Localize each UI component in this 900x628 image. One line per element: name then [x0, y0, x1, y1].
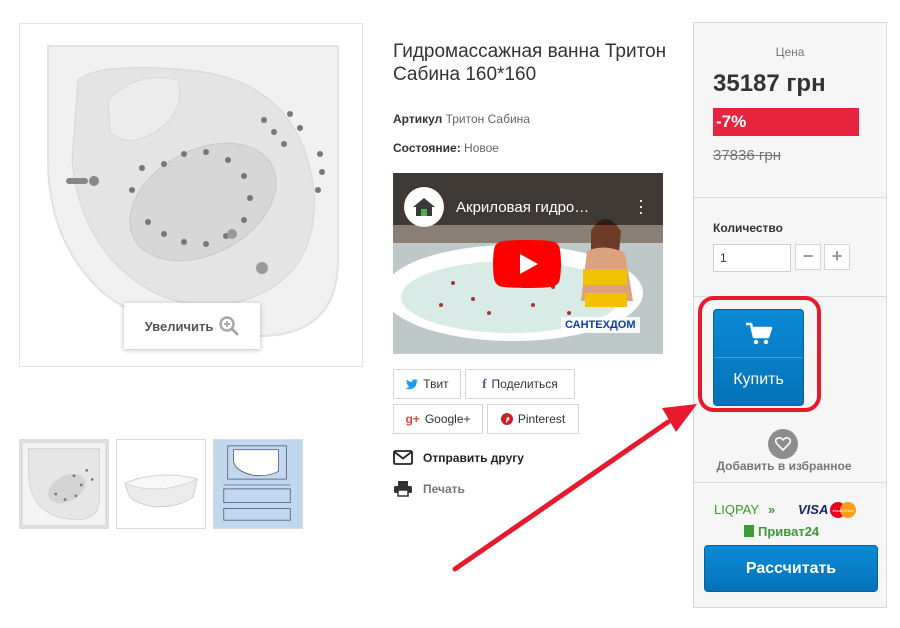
facebook-share-label: Поделиться — [491, 377, 558, 391]
old-price: 37836 грн — [713, 147, 781, 164]
zoom-icon — [219, 316, 239, 336]
thumbnail-bathtub-side-image — [117, 440, 205, 528]
quantity-input[interactable] — [713, 244, 791, 272]
thumbnail-bathtub-top-image — [23, 443, 105, 525]
pinterest-share-button[interactable]: Pinterest — [487, 404, 579, 434]
send-to-friend-link[interactable]: Отправить другу — [393, 450, 524, 465]
liqpay-logo: LIQPAY — [714, 502, 759, 517]
bathtub-image — [47, 45, 339, 338]
panel-divider — [694, 482, 886, 483]
zoom-label: Увеличить — [144, 318, 214, 334]
article-label: Артикул — [393, 112, 443, 126]
privat24-logo: Приват24 — [758, 524, 820, 539]
calculate-button[interactable]: Рассчитать — [704, 545, 878, 592]
facebook-icon: f — [482, 376, 487, 391]
quantity-decrease-button[interactable]: − — [795, 244, 821, 270]
mastercard-label: MasterCard — [833, 508, 855, 513]
privat24-mark — [744, 525, 754, 537]
pinterest-icon — [500, 413, 513, 425]
envelope-icon — [393, 450, 413, 465]
more-vert-icon[interactable]: · · · — [638, 191, 644, 221]
thumbnail-2[interactable] — [116, 439, 206, 529]
thumbnail-3[interactable] — [213, 439, 303, 529]
product-main-image[interactable]: Увеличить — [19, 23, 363, 367]
thumbnail-1[interactable] — [19, 439, 109, 529]
payment-logos: LIQPAY » VISA MasterCard Приват24 — [714, 502, 856, 539]
facebook-share-button[interactable]: f Поделиться — [465, 369, 575, 399]
favorite-button[interactable] — [768, 429, 798, 459]
article-value: Тритон Сабина — [445, 112, 530, 126]
channel-logo[interactable] — [404, 187, 444, 227]
google-plus-share-button[interactable]: g+ Google+ — [393, 404, 483, 434]
send-to-friend-label: Отправить другу — [423, 450, 524, 465]
play-icon[interactable] — [493, 240, 561, 288]
twitter-share-button[interactable]: Твит — [393, 369, 461, 399]
printer-icon — [394, 481, 412, 497]
price-label: Цена — [775, 45, 805, 59]
condition-value: Новое — [464, 141, 499, 155]
condition-label: Состояние: — [393, 141, 461, 155]
article-row: Артикул Тритон Сабина — [393, 112, 530, 126]
twitter-share-label: Твит — [423, 377, 449, 391]
add-to-favorites-link[interactable]: Добавить в избранное — [694, 459, 874, 473]
google-plus-icon: g+ — [405, 412, 420, 426]
annotation-highlight-ring — [698, 296, 821, 412]
thumbnail-drawing-image — [214, 440, 302, 528]
heart-icon — [775, 437, 791, 451]
pinterest-share-label: Pinterest — [517, 412, 566, 426]
video-brand-watermark: САНТЕХДОМ — [561, 317, 640, 333]
mastercard-logo: MasterCard — [830, 502, 856, 518]
panel-divider — [694, 197, 886, 198]
house-icon — [413, 198, 435, 216]
video-title: Акриловая гидро… — [456, 199, 590, 216]
condition-row: Состояние: Новое — [393, 141, 499, 155]
google-plus-share-label: Google+ — [424, 412, 471, 426]
discount-badge: -7% — [713, 108, 859, 136]
visa-logo: VISA — [798, 502, 828, 517]
twitter-icon — [405, 378, 419, 389]
print-label: Печать — [423, 481, 465, 496]
quantity-label: Количество — [713, 221, 783, 235]
liqpay-chevron-icon: » — [768, 502, 775, 517]
price-value: 35187 грн — [713, 70, 826, 97]
product-title: Гидромассажная ванна Тритон Сабина 160*1… — [393, 41, 667, 85]
zoom-button[interactable]: Увеличить — [124, 303, 260, 349]
print-link[interactable]: Печать — [393, 480, 465, 497]
quantity-increase-button[interactable]: + — [824, 244, 850, 270]
video-embed[interactable]: Акриловая гидро… · · · САНТЕХДОМ — [393, 173, 663, 354]
